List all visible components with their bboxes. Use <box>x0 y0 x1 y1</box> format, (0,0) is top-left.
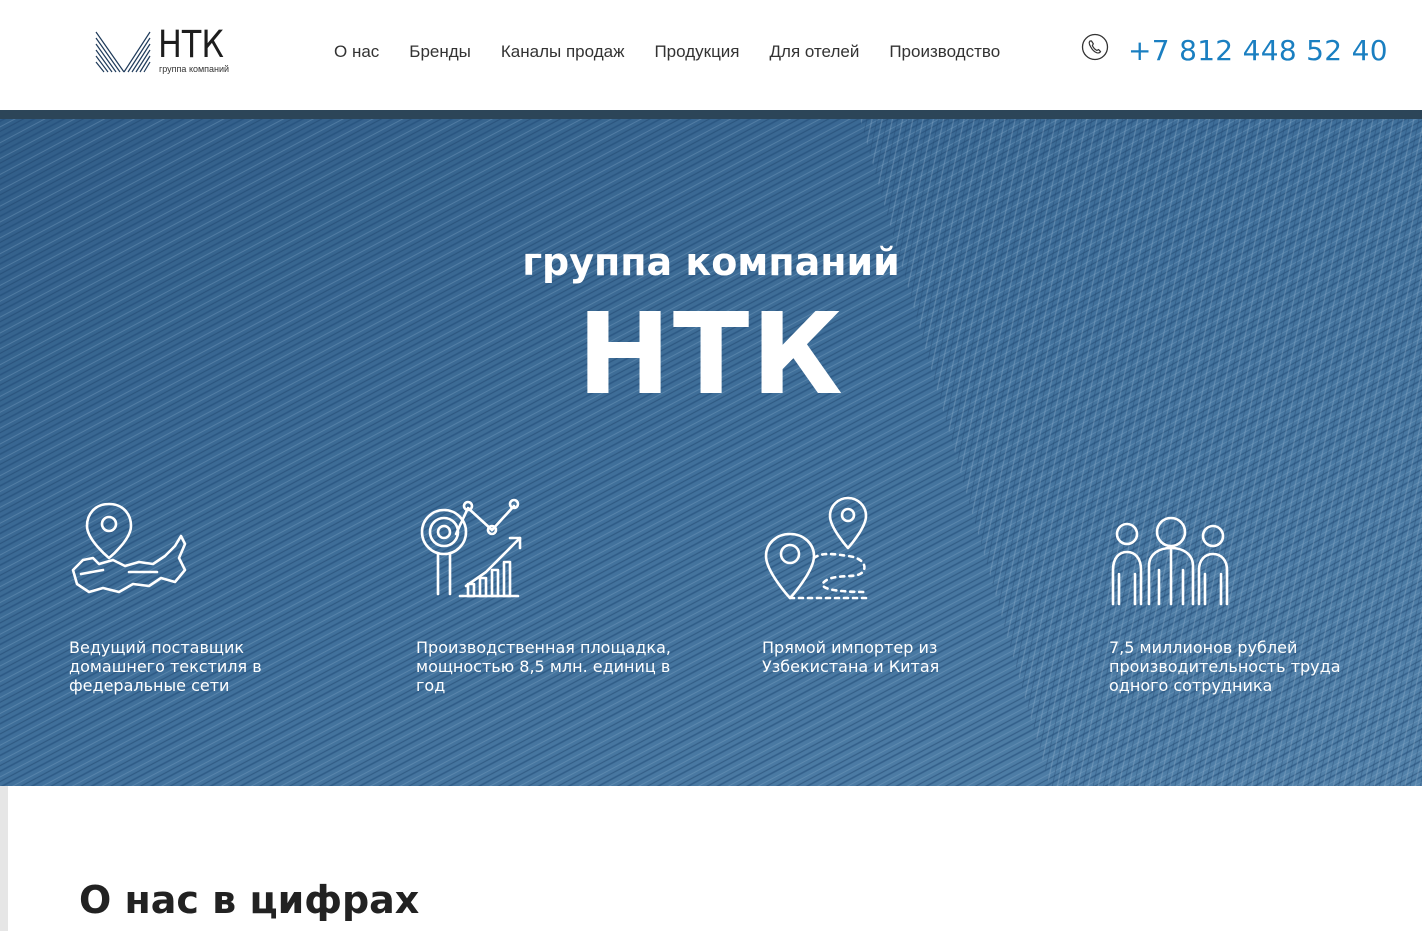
route-pins-icon <box>764 496 868 600</box>
nav-item-hotels[interactable]: Для отелей <box>770 42 860 62</box>
team-people-icon <box>1111 516 1229 606</box>
hero-top-bar <box>0 110 1422 119</box>
left-edge-strip <box>0 786 8 931</box>
hero-banner: группа компаний НТК Ведущий поставщик до… <box>0 110 1422 786</box>
russia-map-pin-icon <box>71 502 187 594</box>
logo[interactable]: НТК группа компаний <box>94 26 234 78</box>
feature-importer: Прямой импортер из Узбекистана и Китая <box>762 496 1022 676</box>
about-section-title: О нас в цифрах <box>79 878 420 922</box>
hero-subtitle: группа компаний <box>522 240 900 284</box>
feature-supplier: Ведущий поставщик домашнего текстиля в ф… <box>69 500 329 695</box>
phone-icon[interactable] <box>1081 33 1109 61</box>
feature-importer-text: Прямой импортер из Узбекистана и Китая <box>762 638 940 676</box>
feature-productivity: 7,5 миллионов рублей производительность … <box>1109 500 1369 695</box>
hero-title: НТК <box>577 290 845 420</box>
site-header: НТК группа компаний О нас Бренды Каналы … <box>0 0 1422 110</box>
logo-subtitle: группа компаний <box>159 64 230 74</box>
logo-mark-icon <box>95 31 151 73</box>
nav-item-brands[interactable]: Бренды <box>409 42 471 62</box>
main-nav: О нас Бренды Каналы продаж Продукция Для… <box>334 42 1030 62</box>
feature-production: Производственная площадка, мощностью 8,5… <box>416 498 676 695</box>
nav-item-production[interactable]: Производство <box>889 42 1000 62</box>
logo-title: НТК <box>158 23 224 66</box>
feature-supplier-text: Ведущий поставщик домашнего текстиля в ф… <box>69 638 262 695</box>
growth-chart-target-icon <box>420 498 522 598</box>
feature-productivity-text: 7,5 миллионов рублей производительность … <box>1109 638 1341 695</box>
feature-production-text: Производственная площадка, мощностью 8,5… <box>416 638 671 695</box>
nav-item-sales-channels[interactable]: Каналы продаж <box>501 42 625 62</box>
phone-number[interactable]: +7 812 448 52 40 <box>1128 34 1388 67</box>
nav-item-products[interactable]: Продукция <box>654 42 739 62</box>
nav-item-about[interactable]: О нас <box>334 42 379 62</box>
